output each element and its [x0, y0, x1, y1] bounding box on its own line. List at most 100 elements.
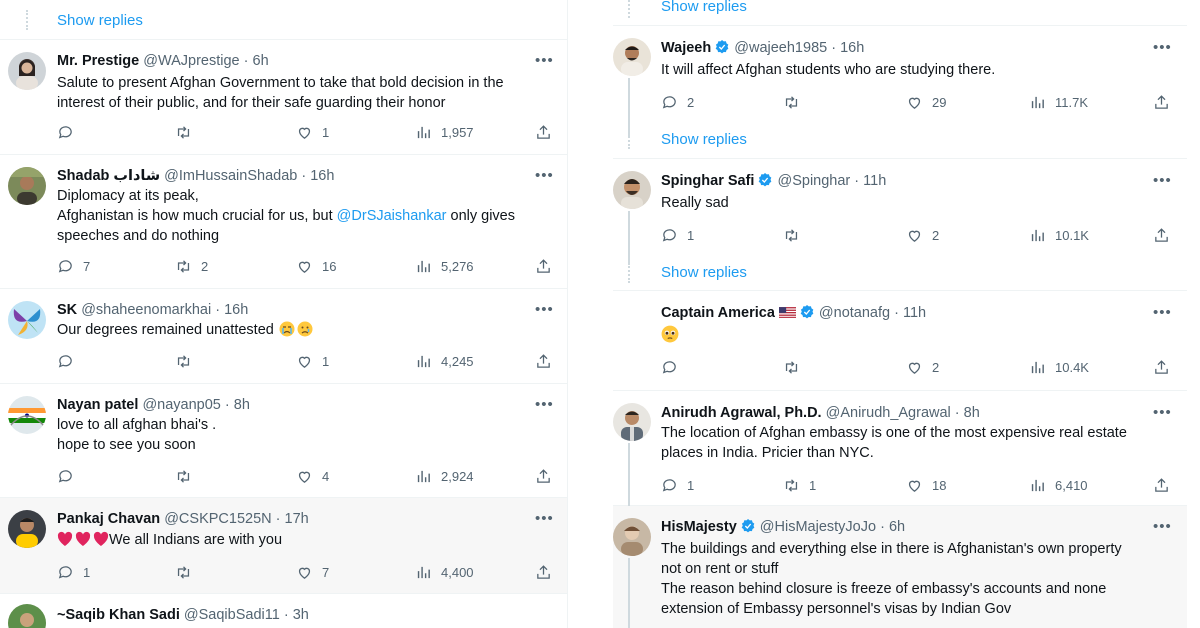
display-name[interactable]: Pankaj Chavan — [57, 511, 160, 527]
avatar[interactable] — [8, 510, 46, 548]
tweet-captain-america[interactable]: Captain America @notanafg · 11h ••• 2 10… — [613, 291, 1187, 391]
views-button[interactable]: 4,245 — [415, 351, 474, 371]
views-button[interactable]: 2,924 — [415, 466, 474, 486]
tweet-shadab[interactable]: Shadab شاداب @ImHussainShadab · 16h ••• … — [0, 155, 567, 289]
reply-button[interactable] — [57, 122, 74, 142]
timestamp[interactable]: 17h — [285, 511, 309, 527]
more-icon[interactable]: ••• — [1153, 40, 1172, 55]
reply-button[interactable]: 1 — [57, 562, 90, 582]
display-name[interactable]: Nayan patel — [57, 397, 138, 413]
views-button[interactable]: 11.7K — [1029, 92, 1088, 112]
avatar[interactable] — [8, 52, 46, 90]
tweet-mr-prestige[interactable]: Mr. Prestige @WAJprestige · 6h ••• Salut… — [0, 40, 567, 155]
user-handle[interactable]: @Spinghar — [778, 173, 851, 189]
tweet-pankaj-chavan[interactable]: Pankaj Chavan @CSKPC1525N · 17h ••• We a… — [0, 498, 567, 594]
like-button[interactable]: 16 — [296, 256, 336, 276]
views-button[interactable]: 4,400 — [415, 562, 474, 582]
tweet-sk[interactable]: SK @shaheenomarkhai · 16h ••• Our degree… — [0, 289, 567, 384]
timestamp[interactable]: 16h — [224, 302, 248, 318]
share-button[interactable] — [535, 466, 552, 486]
tweet-saqib-khan-sadi[interactable]: ~Saqib Khan Sadi @SaqibSadi11 · 3h — [0, 594, 567, 628]
retweet-button[interactable] — [175, 122, 192, 142]
user-handle[interactable]: @Anirudh_Agrawal — [826, 405, 951, 421]
reply-button[interactable] — [661, 357, 678, 377]
like-button[interactable]: 29 — [906, 92, 946, 112]
timestamp[interactable]: 3h — [293, 607, 309, 623]
avatar[interactable] — [613, 171, 651, 209]
display-name[interactable]: Wajeeh — [661, 40, 711, 56]
retweet-button[interactable] — [783, 225, 800, 245]
timestamp[interactable]: 11h — [903, 305, 926, 321]
share-button[interactable] — [535, 351, 552, 371]
reply-button[interactable]: 2 — [661, 92, 694, 112]
tweet-hismajesty[interactable]: HisMajesty @HisMajestyJoJo · 6h ••• The … — [613, 506, 1187, 628]
display-name[interactable]: ~Saqib Khan Sadi — [57, 607, 180, 623]
more-icon[interactable]: ••• — [1153, 305, 1172, 320]
retweet-button[interactable] — [783, 357, 800, 377]
user-handle[interactable]: @shaheenomarkhai — [81, 302, 211, 318]
timestamp[interactable]: 6h — [253, 53, 269, 69]
show-replies-link[interactable]: Show replies — [661, 131, 747, 149]
retweet-button[interactable] — [175, 351, 192, 371]
share-button[interactable] — [535, 256, 552, 276]
more-icon[interactable]: ••• — [1153, 405, 1172, 420]
avatar[interactable] — [8, 604, 46, 628]
tweet-anirudh-agrawal[interactable]: Anirudh Agrawal, Ph.D. @Anirudh_Agrawal … — [613, 391, 1187, 506]
user-handle[interactable]: @wajeeh1985 — [734, 40, 827, 56]
reply-button[interactable] — [57, 466, 74, 486]
reply-button[interactable]: 1 — [661, 475, 694, 495]
share-button[interactable] — [1153, 357, 1170, 377]
views-button[interactable]: 1,957 — [415, 122, 474, 142]
avatar[interactable] — [613, 38, 651, 76]
avatar[interactable] — [613, 518, 651, 556]
retweet-button[interactable] — [175, 466, 192, 486]
like-button[interactable]: 7 — [296, 562, 329, 582]
share-button[interactable] — [1153, 92, 1170, 112]
more-icon[interactable]: ••• — [535, 511, 554, 526]
display-name[interactable]: Captain America — [661, 305, 775, 321]
user-handle[interactable]: @notanafg — [819, 305, 890, 321]
share-button[interactable] — [535, 122, 552, 142]
timestamp[interactable]: 8h — [964, 405, 980, 421]
like-button[interactable]: 1 — [296, 122, 329, 142]
avatar[interactable] — [613, 403, 651, 441]
avatar[interactable] — [8, 396, 46, 434]
display-name[interactable]: HisMajesty — [661, 519, 737, 535]
user-handle[interactable]: @SaqibSadi11 — [184, 607, 280, 623]
like-button[interactable]: 18 — [906, 475, 946, 495]
share-button[interactable] — [535, 562, 552, 582]
user-handle[interactable]: @CSKPC1525N — [164, 511, 271, 527]
more-icon[interactable]: ••• — [535, 302, 554, 317]
retweet-button[interactable]: 2 — [175, 256, 208, 276]
views-button[interactable]: 10.4K — [1029, 357, 1089, 377]
more-icon[interactable]: ••• — [1153, 173, 1172, 188]
display-name[interactable]: Mr. Prestige — [57, 53, 139, 69]
show-replies-link[interactable]: Show replies — [661, 264, 747, 282]
retweet-button[interactable]: 1 — [783, 475, 816, 495]
display-name[interactable]: Shadab شاداب — [57, 168, 160, 184]
timestamp[interactable]: 11h — [863, 173, 886, 189]
reply-button[interactable]: 1 — [661, 225, 694, 245]
retweet-button[interactable] — [175, 562, 192, 582]
views-button[interactable]: 10.1K — [1029, 225, 1089, 245]
more-icon[interactable]: ••• — [535, 168, 554, 183]
more-icon[interactable]: ••• — [1153, 519, 1172, 534]
share-button[interactable] — [1153, 475, 1170, 495]
display-name[interactable]: Spinghar Safi — [661, 173, 754, 189]
share-button[interactable] — [1153, 225, 1170, 245]
views-button[interactable]: 5,276 — [415, 256, 474, 276]
display-name[interactable]: Anirudh Agrawal, Ph.D. — [661, 405, 822, 421]
user-handle[interactable]: @ImHussainShadab — [164, 168, 297, 184]
reply-button[interactable] — [57, 351, 74, 371]
show-replies-link[interactable]: Show replies — [661, 0, 747, 16]
user-handle[interactable]: @WAJprestige — [143, 53, 239, 69]
more-icon[interactable]: ••• — [535, 53, 554, 68]
avatar[interactable] — [8, 301, 46, 339]
like-button[interactable]: 1 — [296, 351, 329, 371]
retweet-button[interactable] — [783, 92, 800, 112]
tweet-wajeeh[interactable]: Wajeeh @wajeeh1985 · 16h ••• It will aff… — [613, 26, 1187, 159]
timestamp[interactable]: 8h — [234, 397, 250, 413]
display-name[interactable]: SK — [57, 302, 77, 318]
views-button[interactable]: 6,410 — [1029, 475, 1088, 495]
timestamp[interactable]: 16h — [840, 40, 864, 56]
